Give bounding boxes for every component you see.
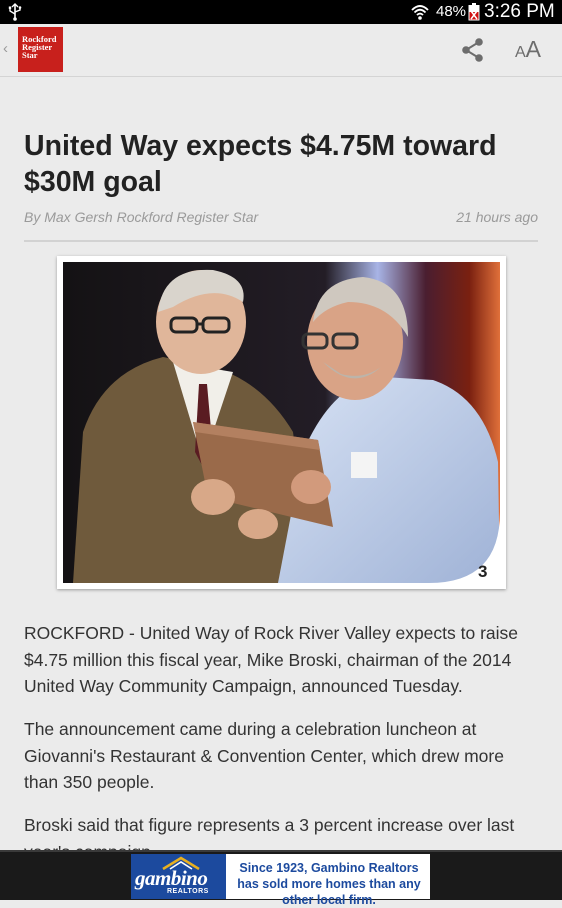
logo-line: Star [22,50,38,60]
ad-logo: gambino REALTORS [131,854,226,899]
ad-brand-sub: REALTORS [167,888,209,895]
article-byline: By Max Gersh Rockford Register Star [24,209,259,225]
usb-icon [8,3,22,21]
battery-percent: 48% [436,3,467,20]
ad-text: Since 1923, Gambino Realtors has sold mo… [237,861,421,907]
wifi-icon [411,5,429,20]
clock: 3:26 PM [484,1,555,22]
ad-bar: gambino REALTORS Since 1923, Gambino Rea… [0,850,562,907]
text-size-small-label: A [515,44,526,61]
status-bar: 48% 3:26 PM [0,0,562,24]
article-headline: United Way expects $4.75M toward $30M go… [24,130,497,198]
back-chevron-icon[interactable]: ‹ [3,40,8,57]
app-logo[interactable]: Rockford Register Star [18,27,63,72]
action-bar: ‹ Rockford Register Star AA [0,24,562,77]
article-timestamp: 21 hours ago [456,209,538,225]
photo-count-badge: 3 [478,562,488,581]
article-paragraph: The announcement came during a celebrati… [24,719,504,792]
article-photo[interactable] [63,262,500,583]
text-size-big-label: A [525,36,542,62]
article-paragraph: ROCKFORD - United Way of Rock River Vall… [24,623,519,696]
photo-gallery[interactable]: 3 [57,256,506,589]
text-size-button[interactable]: AA [515,36,541,63]
share-icon[interactable] [460,37,486,63]
divider [24,240,538,242]
battery-icon [468,3,480,21]
ad-banner[interactable]: gambino REALTORS Since 1923, Gambino Rea… [131,854,430,907]
